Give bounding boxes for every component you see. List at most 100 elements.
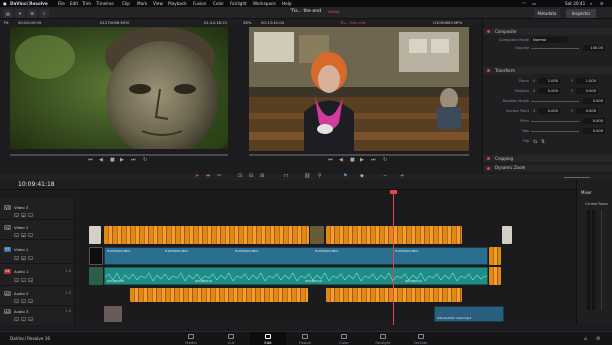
source-viewer-image[interactable] [10,27,228,149]
section-enable-dot[interactable] [487,30,490,33]
selection-tool-icon[interactable]: ➤ [195,174,199,179]
menu-item[interactable]: Fairlight [230,0,247,7]
timeline-clip[interactable] [326,288,462,302]
audio-clip-a1[interactable]: ZOOM0016 ZOOM0016 ZOOM0016 ZOOM0016 [104,267,488,285]
page-deliver[interactable]: Deliver [406,332,436,345]
track-tag[interactable]: V3 [4,205,11,210]
replace-clip-icon[interactable]: ⊞ [260,174,264,179]
track-header-v3[interactable]: V3 Video 3 ⚲ ▣ ▭ [0,202,75,220]
menu-item[interactable]: Edit [70,0,78,7]
inspector-button[interactable]: Inspector [566,8,596,18]
timeline-clip[interactable] [489,267,501,285]
playhead[interactable] [393,190,394,325]
reverse-play-icon[interactable]: ◀ [99,158,103,163]
timeline-clip[interactable] [89,226,101,244]
loop-icon[interactable]: ↻ [143,158,147,163]
zoom-in-icon[interactable]: + [400,174,404,179]
position-lock-icon[interactable]: ⚲ [318,174,322,179]
home-icon[interactable]: ⌂ [584,336,587,342]
reverse-play-icon[interactable]: ◀ [339,158,343,163]
linked-selection-icon[interactable]: ⛓ [304,174,310,179]
auto-select-icon[interactable]: ▣ [21,233,26,238]
sound-library-button[interactable]: ♪ [39,8,49,18]
yaw-value[interactable]: 0.000 [583,128,605,134]
timeline-viewer-zoom[interactable]: 36% [243,19,251,26]
track-tag[interactable]: A2 [4,291,11,296]
lock-track-icon[interactable]: ⚲ [14,299,19,304]
section-enable-dot[interactable] [487,157,490,160]
composite-mode-select[interactable]: Normal [531,37,567,43]
lock-track-icon[interactable]: ⚲ [14,317,19,322]
section-enable-dot[interactable] [487,167,490,170]
track-header-a3[interactable]: A3 Audio 3 1.0 ⚲ S M [0,306,75,324]
audio-level-slider[interactable] [564,176,590,178]
source-zoom[interactable]: Fit [4,19,8,26]
page-color[interactable]: Color [329,332,359,345]
wifi-icon[interactable]: ◠ [522,0,526,7]
opacity-value[interactable]: 100.00 [583,45,605,51]
track-tag[interactable]: V2 [4,225,11,230]
solo-button[interactable]: S [21,278,26,283]
page-fairlight[interactable]: Fairlight [368,332,398,345]
solo-button[interactable]: S [21,317,26,322]
app-name[interactable]: DaVinci Resolve [10,0,48,7]
edit-index-button[interactable]: ☰ [27,8,37,18]
solo-button[interactable]: S [21,299,26,304]
timeline-clip[interactable] [130,288,308,302]
timeline-viewer-title[interactable]: Tis... this end [340,19,365,26]
lock-track-icon[interactable]: ⚲ [14,233,19,238]
video-clip-v1[interactable]: H1050605.MP4 H1050605.MP4 H1050605.MP4 H… [104,247,488,265]
play-icon[interactable]: ▶ [360,158,364,163]
pitch-value[interactable]: 0.000 [583,118,605,124]
metadata-button[interactable]: Metadata [534,8,560,18]
track-tag[interactable]: A3 [4,309,11,314]
master-fader-track[interactable] [601,210,602,310]
effects-library-button[interactable]: ✦ [15,8,25,18]
page-cut[interactable]: Cut [216,332,246,345]
transform-section-header[interactable]: Transform [483,67,612,74]
track-name[interactable]: Video 1 [14,247,28,252]
track-header-v1[interactable]: V1 Video 1 ⚲ ▣ ▭ [0,244,75,264]
overwrite-clip-icon[interactable]: ⊟ [249,174,253,179]
mute-button[interactable]: M [28,317,33,322]
lock-track-icon[interactable]: ⚲ [14,278,19,283]
lock-track-icon[interactable]: ⚲ [14,213,19,218]
track-visibility-icon[interactable]: ▭ [28,213,33,218]
position-x-value[interactable]: 0.000 [538,88,560,94]
menu-item[interactable]: Help [282,0,292,7]
trim-tool-icon[interactable]: ⇹ [206,174,210,179]
track-tag[interactable]: A1 [4,269,11,274]
mute-button[interactable]: M [28,299,33,304]
flip-horizontal-icon[interactable]: ⇆ [533,138,537,146]
track-name[interactable]: Audio 3 [14,309,28,314]
page-media[interactable]: Media [176,332,206,345]
cropping-section-header[interactable]: Cropping [483,155,612,162]
snapping-icon[interactable]: ⊓ [284,174,288,179]
timeline-clip[interactable] [89,267,103,285]
search-icon[interactable]: ⌕ [590,0,592,7]
track-header-v2[interactable]: V2 Video 2 ⚲ ▣ ▭ [0,222,75,240]
menu-item[interactable]: Clip [122,0,130,7]
timeline-clip[interactable] [104,226,309,244]
timeline-clip[interactable] [326,226,462,244]
track-header-a2[interactable]: A2 Audio 2 1.0 ⚲ S M [0,288,75,306]
opacity-slider[interactable] [531,47,579,49]
position-y-value[interactable]: 0.000 [576,88,598,94]
timeline-clip[interactable] [104,306,122,322]
clock[interactable]: Sat 20:41 [565,0,585,7]
track-header-a1[interactable]: A1 Audio 1 1.0 ⚲ S M [0,266,75,286]
play-icon[interactable]: ▶ [120,158,124,163]
rotation-slider[interactable] [531,100,579,102]
timeline-clip[interactable] [310,226,324,244]
battery-icon[interactable]: ▭ [532,0,536,7]
jump-end-icon[interactable]: ⏭ [131,158,136,163]
track-tag[interactable]: V1 [4,247,11,252]
source-clip-name[interactable]: 01270056.MOV [100,19,129,26]
menu-item[interactable]: File [58,0,65,7]
menu-item[interactable]: Trim [82,0,91,7]
settings-gear-icon[interactable]: ⚙ [596,336,600,342]
apple-icon[interactable]: ● [3,0,7,7]
track-name[interactable]: Audio 1 [14,269,28,274]
playhead-handle[interactable] [390,190,397,194]
timeline-clip[interactable] [502,226,512,244]
